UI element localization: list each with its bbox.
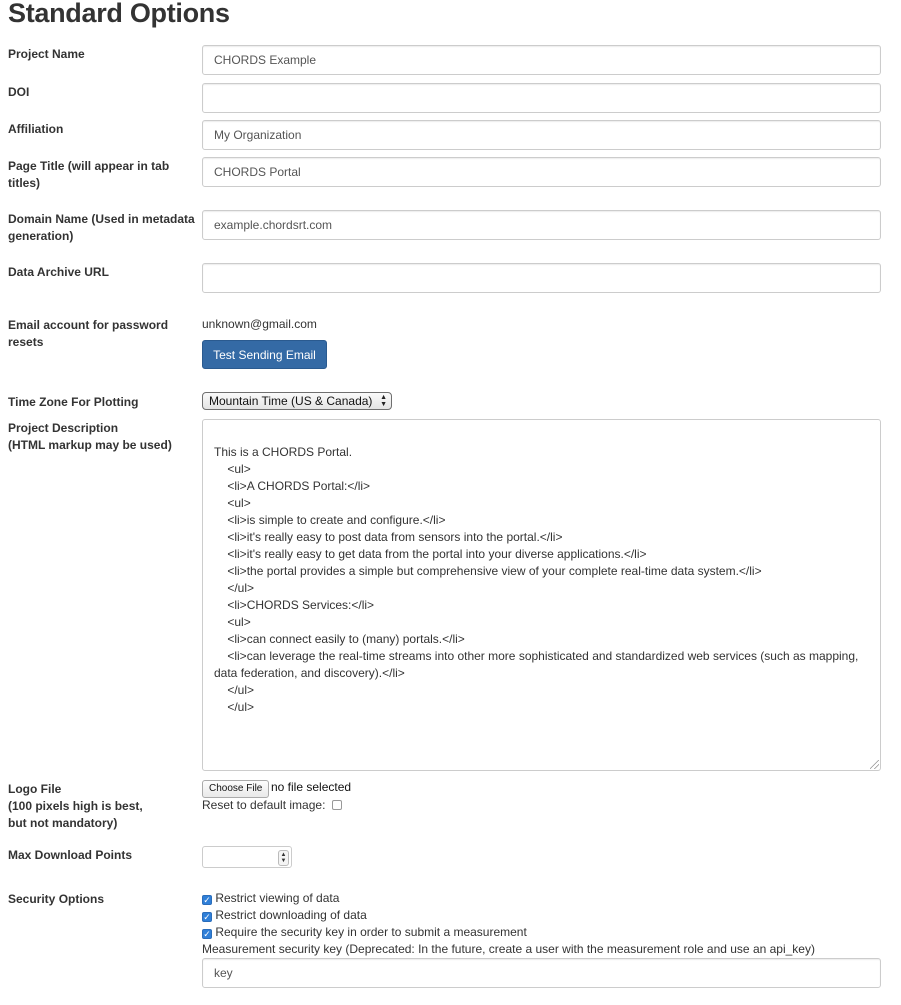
doi-label: DOI [8,85,30,99]
logo-file-label-line2: (100 pixels high is best, [8,799,143,813]
file-status: no file selected [271,780,352,794]
logo-file-label-line3: but not mandatory) [8,816,118,830]
reset-default-image-checkbox[interactable] [331,800,342,810]
up-down-arrows-icon: ▲ ▼ [380,394,387,408]
time-zone-select[interactable]: Mountain Time (US & Canada) ▲ ▼ [202,392,392,410]
resize-grip-icon[interactable] [870,760,879,769]
affiliation-input[interactable]: My Organization [202,120,881,150]
domain-name-label: Domain Name (Used in metadata generation… [8,212,195,243]
checkmark-icon: ✓ [203,929,211,939]
reset-default-image-label: Reset to default image: [202,798,326,812]
choose-file-button[interactable]: Choose File [202,780,270,798]
restrict-downloading-label: Restrict downloading of data [215,908,367,922]
spinner-arrows-icon[interactable]: ▲ ▼ [278,850,289,866]
restrict-downloading-row: ✓ Restrict downloading of data [202,908,367,922]
max-download-points-label: Max Download Points [8,848,133,862]
security-key-input[interactable]: key [202,958,881,988]
project-name-input[interactable]: CHORDS Example [202,45,881,75]
email-label: Email account for password resets [8,318,169,349]
restrict-viewing-label: Restrict viewing of data [215,891,340,905]
reset-default-image-row: Reset to default image: [202,798,342,812]
test-sending-email-button[interactable]: Test Sending Email [202,340,327,369]
checkmark-icon: ✓ [203,912,211,922]
max-download-points-input[interactable]: ▲ ▼ [202,846,292,868]
restrict-downloading-checkbox[interactable]: ✓ [202,912,212,922]
require-key-checkbox[interactable]: ✓ [202,929,212,939]
project-description-text: This is a CHORDS Portal. <ul> <li>A CHOR… [214,445,859,714]
security-key-label: Measurement security key (Deprecated: In… [202,942,815,956]
domain-name-input[interactable]: example.chordsrt.com [202,210,881,240]
checkmark-icon: ✓ [203,895,211,905]
project-description-label-line1: Project Description [8,421,119,435]
restrict-viewing-checkbox[interactable]: ✓ [202,895,212,905]
security-options-label: Security Options [8,892,105,906]
data-archive-url-label: Data Archive URL [8,265,109,279]
project-description-textarea[interactable]: This is a CHORDS Portal. <ul> <li>A CHOR… [202,419,881,771]
restrict-viewing-row: ✓ Restrict viewing of data [202,891,339,905]
time-zone-label: Time Zone For Plotting [8,395,139,409]
logo-file-label: Logo File (100 pixels high is best, but … [8,781,200,832]
page-title-label: Page Title (will appear in tab titles) [8,159,170,190]
require-key-row: ✓ Require the security key in order to s… [202,925,527,939]
time-zone-value: Mountain Time (US & Canada) [209,394,373,408]
data-archive-url-input[interactable] [202,263,881,293]
project-name-label: Project Name [8,47,85,61]
email-value: unknown@gmail.com [202,317,317,331]
project-description-label: Project Description (HTML markup may be … [8,420,200,454]
logo-file-label-line1: Logo File [8,782,62,796]
require-key-label: Require the security key in order to sub… [215,925,527,939]
affiliation-label: Affiliation [8,122,64,136]
doi-input[interactable] [202,83,881,113]
page-title-input[interactable]: CHORDS Portal [202,157,881,187]
page-title: Standard Options [8,0,230,28]
project-description-label-line2: (HTML markup may be used) [8,438,172,452]
